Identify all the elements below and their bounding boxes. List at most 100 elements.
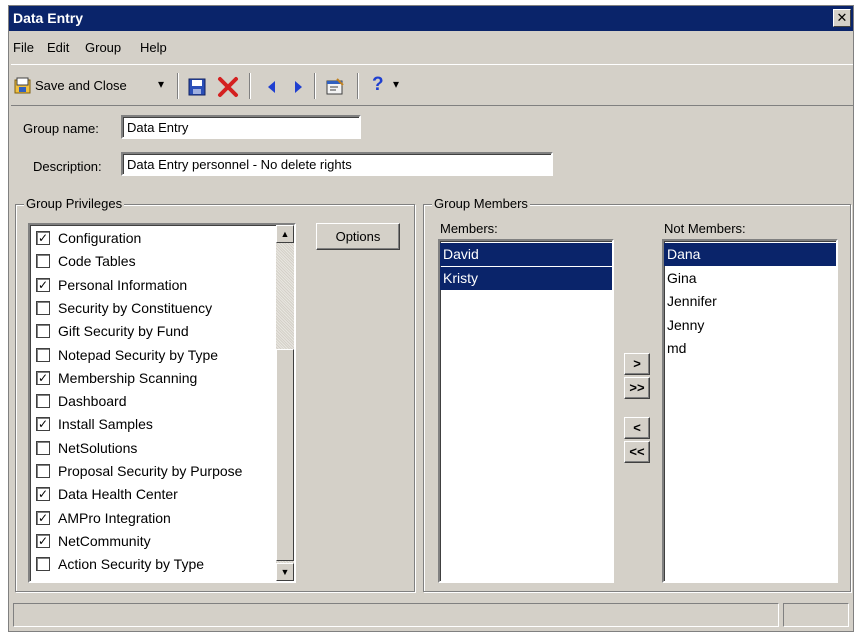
checkmark-icon: ✓	[37, 370, 49, 385]
privilege-checkbox[interactable]: ✓	[36, 533, 50, 548]
scroll-up-button[interactable]: ▲	[276, 225, 294, 243]
add-member-button[interactable]: >	[624, 353, 650, 375]
save-button[interactable]	[186, 75, 208, 99]
privilege-item[interactable]: ✓ Install Samples	[34, 413, 294, 436]
privilege-label: AMPro Integration	[58, 509, 171, 526]
scroll-down-button[interactable]: ▼	[276, 563, 294, 581]
privileges-scrollbar[interactable]: ▲ ▼	[276, 225, 294, 581]
move-left-icon: <	[633, 420, 641, 435]
privilege-item[interactable]: ✓ Personal Information	[34, 274, 294, 297]
checkmark-icon: ✓	[37, 533, 49, 548]
privilege-item[interactable]: Gift Security by Fund	[34, 320, 294, 343]
privilege-checkbox[interactable]: ✓	[36, 487, 50, 502]
group-privileges-title: Group Privileges	[24, 196, 125, 211]
privilege-checkbox[interactable]	[36, 254, 50, 269]
description-input[interactable]: Data Entry personnel - No delete rights	[121, 152, 553, 176]
remove-member-button[interactable]: <	[624, 417, 650, 439]
window-title: Data Entry	[13, 10, 84, 26]
not-member-item[interactable]: Jenny	[664, 314, 836, 337]
privilege-item[interactable]: ✓ Configuration	[34, 227, 294, 250]
privilege-checkbox[interactable]: ✓	[36, 231, 50, 245]
description-label: Description:	[33, 159, 102, 174]
scroll-thumb[interactable]	[276, 349, 294, 561]
privilege-checkbox[interactable]	[36, 440, 50, 455]
members-list[interactable]: David Kristy	[438, 239, 614, 583]
options-button[interactable]: Options	[316, 223, 400, 250]
privilege-label: Dashboard	[58, 393, 127, 410]
member-item[interactable]: David	[440, 243, 612, 266]
menu-help[interactable]: Help	[140, 40, 167, 55]
floppy-disk-icon	[188, 78, 206, 96]
privilege-item[interactable]: Action Security by Type	[34, 553, 294, 576]
help-dropdown-icon[interactable]: ▾	[393, 77, 399, 91]
close-button[interactable]: ✕	[833, 9, 851, 27]
privilege-checkbox[interactable]	[36, 394, 50, 409]
next-button[interactable]	[289, 75, 305, 99]
chevron-down-icon[interactable]: ▾	[158, 77, 164, 91]
remove-all-members-button[interactable]: <<	[624, 441, 650, 463]
privilege-label: Configuration	[58, 230, 142, 246]
privilege-label: NetCommunity	[58, 532, 151, 549]
member-item[interactable]: Kristy	[440, 266, 612, 290]
privilege-item[interactable]: Security by Constituency	[34, 297, 294, 320]
menu-file[interactable]: File	[13, 40, 34, 55]
checkmark-icon: ✓	[37, 487, 49, 502]
group-name-input[interactable]: Data Entry	[121, 115, 361, 139]
not-member-item[interactable]: Jennifer	[664, 290, 836, 313]
move-right-icon: >	[633, 356, 641, 371]
checkmark-icon: ✓	[37, 417, 49, 432]
privilege-label: NetSolutions	[58, 439, 138, 456]
arrow-right-icon	[295, 81, 302, 93]
privilege-checkbox[interactable]: ✓	[36, 277, 50, 292]
status-bar	[13, 603, 851, 629]
group-members-title: Group Members	[432, 196, 530, 211]
privilege-label: Code Tables	[58, 253, 136, 270]
privilege-label: Action Security by Type	[58, 556, 205, 573]
privilege-item[interactable]: Notepad Security by Type	[34, 344, 294, 367]
save-and-close-button[interactable]: Save and Close ▾	[13, 75, 171, 99]
not-members-list[interactable]: Dana Gina Jennifer Jenny md	[662, 239, 838, 583]
help-icon: ?	[372, 74, 384, 95]
menu-edit[interactable]: Edit	[47, 40, 69, 55]
delete-x-icon	[218, 77, 238, 97]
help-button[interactable]: ? ▾	[368, 74, 410, 99]
scroll-up-icon: ▲	[280, 229, 290, 239]
privilege-item[interactable]: Dashboard	[34, 390, 294, 413]
checkmark-icon: ✓	[37, 510, 49, 525]
privilege-checkbox[interactable]: ✓	[36, 510, 50, 525]
group-members-groupbox: Group Members Members: David Kristy > >> …	[423, 196, 851, 592]
privilege-label: Security by Constituency	[58, 299, 213, 316]
privilege-item[interactable]: ✓ Membership Scanning	[34, 367, 294, 390]
privileges-list[interactable]: ✓ Configuration Code Tables ✓ Personal Infor…	[28, 223, 296, 583]
privilege-label: Notepad Security by Type	[58, 346, 219, 363]
privilege-checkbox[interactable]: ✓	[36, 370, 50, 385]
delete-button[interactable]	[217, 75, 239, 99]
privilege-label: Proposal Security by Purpose	[58, 463, 243, 479]
privilege-label: Data Health Center	[58, 486, 178, 503]
privilege-checkbox[interactable]	[36, 557, 50, 572]
privilege-item[interactable]: NetSolutions	[34, 437, 294, 460]
menu-group[interactable]: Group	[85, 40, 121, 55]
privilege-checkbox[interactable]	[36, 347, 50, 362]
properties-button[interactable]	[324, 75, 346, 99]
privilege-item[interactable]: Code Tables	[34, 250, 294, 273]
previous-button[interactable]	[263, 75, 279, 99]
add-all-members-button[interactable]: >>	[624, 377, 650, 399]
privilege-checkbox[interactable]	[36, 324, 50, 339]
not-member-item[interactable]: Dana	[664, 243, 836, 266]
not-member-item[interactable]: md	[664, 337, 836, 360]
privilege-item[interactable]: Proposal Security by Purpose	[34, 460, 294, 483]
data-entry-window: Data Entry ✕ File Edit Group Help Save a…	[8, 5, 854, 632]
privilege-checkbox[interactable]	[36, 464, 50, 478]
privilege-checkbox[interactable]: ✓	[36, 417, 50, 432]
properties-icon	[326, 78, 344, 95]
privilege-checkbox[interactable]	[36, 300, 50, 315]
privilege-label: Install Samples	[58, 416, 153, 433]
not-member-item[interactable]: Gina	[664, 267, 836, 290]
privilege-label: Personal Information	[58, 276, 188, 293]
checkmark-icon: ✓	[37, 231, 49, 245]
privilege-item[interactable]: ✓ AMPro Integration	[34, 507, 294, 530]
privilege-item[interactable]: ✓ NetCommunity	[34, 530, 294, 553]
description-value: Data Entry personnel - No delete rights	[127, 157, 352, 172]
privilege-item[interactable]: ✓ Data Health Center	[34, 483, 294, 506]
